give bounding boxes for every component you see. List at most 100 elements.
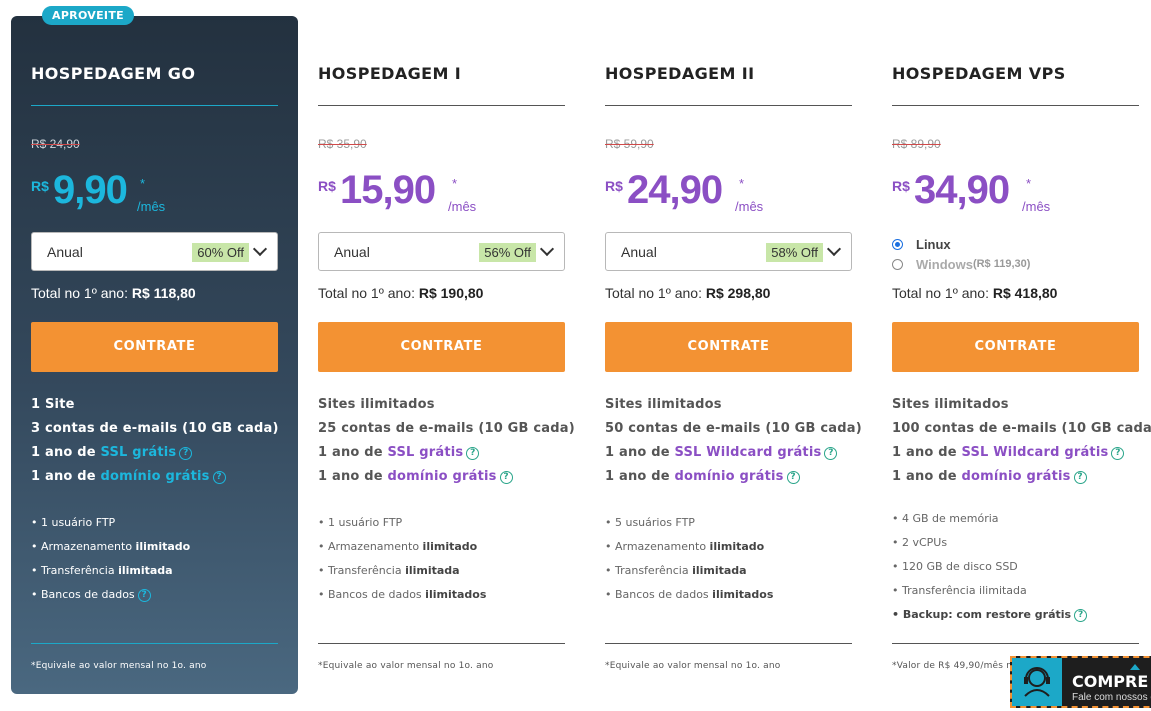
domain-link[interactable]: domínio grátis <box>388 469 497 484</box>
billing-cycle-select[interactable]: Anual 60% Off <box>31 232 278 271</box>
footnote: *Equivale ao valor mensal no 1o. ano <box>318 661 494 671</box>
price-asterisk: * <box>1026 176 1032 191</box>
divider <box>892 643 1139 644</box>
os-label: Linux <box>916 236 951 252</box>
price-value: 34,90 <box>914 168 1010 212</box>
contract-button[interactable]: CONTRATE <box>318 322 565 372</box>
chat-widget[interactable]: COMPRE A Fale com nossos e <box>1010 656 1151 708</box>
price-value: 9,90 <box>53 168 128 212</box>
ssl-link[interactable]: SSL Wildcard grátis <box>962 445 1109 460</box>
price-asterisk: * <box>739 176 745 191</box>
chat-subtitle: Fale com nossos e <box>1072 692 1151 703</box>
help-icon[interactable]: ? <box>786 471 800 484</box>
spec-item: • 5 usuários FTP <box>605 516 695 529</box>
plan-title: HOSPEDAGEM VPS <box>892 64 1066 83</box>
feature-domain: 1 ano de domínio grátis? <box>31 469 288 493</box>
contract-button[interactable]: CONTRATE <box>31 322 278 372</box>
feature-ssl: 1 ano de SSL grátis? <box>318 445 575 469</box>
divider <box>31 643 278 644</box>
feature-emails: 50 contas de e-mails (10 GB cada) <box>605 421 862 436</box>
feature-list: Sites ilimitados 25 contas de e-mails (1… <box>318 397 575 493</box>
spec-list: • 1 usuário FTP • Armazenamento ilimitad… <box>31 516 288 612</box>
os-option-windows[interactable]: Windows (R$ 119,30) <box>892 254 1030 274</box>
radio-windows[interactable] <box>892 258 903 270</box>
footnote: *Equivale ao valor mensal no 1o. ano <box>605 661 781 671</box>
spec-item: • 1 usuário FTP <box>318 516 403 529</box>
help-icon[interactable]: ? <box>137 589 151 602</box>
spec-item: • Transferência ilimitada <box>605 564 747 577</box>
help-icon[interactable]: ? <box>824 447 838 460</box>
spec-item: • Bancos de dados ilimitados <box>605 588 774 601</box>
help-icon[interactable]: ? <box>179 447 193 460</box>
domain-link[interactable]: domínio grátis <box>675 469 784 484</box>
chevron-up-icon[interactable] <box>1130 664 1140 670</box>
plan-title: HOSPEDAGEM GO <box>31 64 196 83</box>
help-icon[interactable]: ? <box>499 471 513 484</box>
feature-sites: Sites ilimitados <box>605 397 722 412</box>
headset-icon <box>1024 667 1050 697</box>
discount-badge: 60% Off <box>192 243 249 262</box>
domain-link[interactable]: domínio grátis <box>962 469 1071 484</box>
plan-title: HOSPEDAGEM I <box>318 64 462 83</box>
first-year-total: Total no 1º ano: R$ 190,80 <box>318 285 484 301</box>
spec-item: • Transferência ilimitada <box>318 564 460 577</box>
feature-emails: 100 contas de e-mails (10 GB cada) <box>892 421 1151 436</box>
price-value: 24,90 <box>627 168 723 212</box>
spec-item: • 120 GB de disco SSD <box>892 560 1018 573</box>
os-radio-group: Linux Windows (R$ 119,30) <box>892 234 1030 274</box>
price-period: /mês <box>735 199 764 214</box>
plan-title: HOSPEDAGEM II <box>605 64 755 83</box>
os-option-linux[interactable]: Linux <box>892 234 1030 254</box>
chevron-down-icon <box>826 241 842 257</box>
contract-button[interactable]: CONTRATE <box>605 322 852 372</box>
contract-button[interactable]: CONTRATE <box>892 322 1139 372</box>
help-icon[interactable]: ? <box>1073 471 1087 484</box>
chevron-down-icon <box>252 241 268 257</box>
spec-item: • 4 GB de memória <box>892 512 999 525</box>
currency: R$ <box>892 178 910 194</box>
spec-item: • Armazenamento ilimitado <box>605 540 765 553</box>
ssl-link[interactable]: SSL Wildcard grátis <box>675 445 822 460</box>
feature-emails: 3 contas de e-mails (10 GB cada) <box>31 421 279 436</box>
spec-item: • Armazenamento ilimitado <box>31 540 191 553</box>
spec-list: • 4 GB de memória • 2 vCPUs • 120 GB de … <box>892 512 1149 632</box>
ssl-link[interactable]: SSL grátis <box>388 445 464 460</box>
spec-item: • Bancos de dados ilimitados <box>318 588 487 601</box>
spec-item: • Backup: com restore grátis? <box>892 608 1149 632</box>
price-asterisk: * <box>140 176 146 191</box>
help-icon[interactable]: ? <box>466 447 480 460</box>
billing-cycle-select[interactable]: Anual 56% Off <box>318 232 565 271</box>
divider <box>892 105 1139 106</box>
feature-list: Sites ilimitados 50 contas de e-mails (1… <box>605 397 862 493</box>
billing-cycle-value: Anual <box>621 244 657 260</box>
help-icon[interactable]: ? <box>1074 609 1088 622</box>
feature-domain: 1 ano de domínio grátis? <box>605 469 862 493</box>
feature-list: 1 Site 3 contas de e-mails (10 GB cada) … <box>31 397 288 493</box>
billing-cycle-value: Anual <box>47 244 83 260</box>
billing-cycle-value: Anual <box>334 244 370 260</box>
help-icon[interactable]: ? <box>212 471 226 484</box>
plan-card-go: APROVEITE HOSPEDAGEM GO R$ 24,90 R$ 9,90… <box>11 6 298 694</box>
first-year-total: Total no 1º ano: R$ 418,80 <box>892 285 1058 301</box>
radio-linux[interactable] <box>892 238 903 250</box>
billing-cycle-select[interactable]: Anual 58% Off <box>605 232 852 271</box>
spec-item: • Armazenamento ilimitado <box>318 540 478 553</box>
plan-card-i: HOSPEDAGEM I R$ 35,90 R$ 15,90 * /mês An… <box>298 16 585 694</box>
feature-list: Sites ilimitados 100 contas de e-mails (… <box>892 397 1151 493</box>
old-price: R$ 59,90 <box>605 137 654 151</box>
divider <box>605 105 852 106</box>
feature-ssl: 1 ano de SSL grátis? <box>31 445 288 469</box>
ssl-link[interactable]: SSL grátis <box>101 445 177 460</box>
footnote: *Equivale ao valor mensal no 1o. ano <box>31 661 207 671</box>
feature-domain: 1 ano de domínio grátis? <box>892 469 1149 493</box>
old-price: R$ 89,90 <box>892 137 941 151</box>
help-icon[interactable]: ? <box>1111 447 1125 460</box>
feature-ssl: 1 ano de SSL Wildcard grátis? <box>892 445 1149 469</box>
spec-item: • 1 usuário FTP <box>31 516 116 529</box>
spec-item: • Bancos de dados? <box>31 588 288 612</box>
divider <box>318 643 565 644</box>
footnote: *Valor de R$ 49,90/mês n <box>892 661 1013 671</box>
old-price: R$ 35,90 <box>318 137 367 151</box>
plan-card-vps: HOSPEDAGEM VPS R$ 89,90 R$ 34,90 * /mês … <box>872 16 1151 694</box>
domain-link[interactable]: domínio grátis <box>101 469 210 484</box>
